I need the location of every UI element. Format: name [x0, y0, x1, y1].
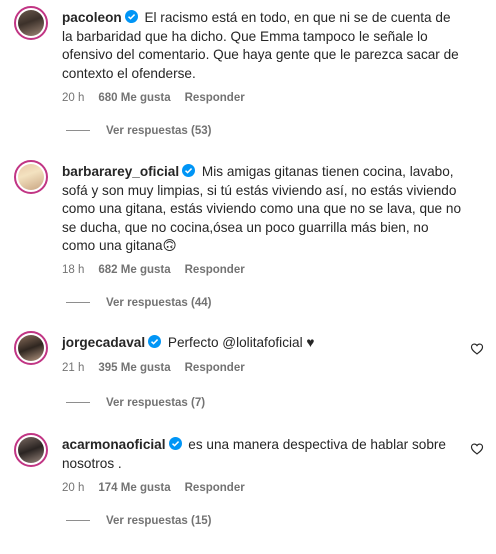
comment-body: Perfecto @lolitafoficial ♥: [164, 335, 315, 350]
view-replies-button[interactable]: Ver respuestas (53): [66, 125, 211, 137]
reply-button[interactable]: Responder: [185, 362, 245, 374]
comment-username[interactable]: jorgecadaval: [62, 335, 145, 350]
comment-likes[interactable]: 174 Me gusta: [98, 482, 170, 494]
comment-time[interactable]: 20 h: [62, 92, 84, 104]
replies-divider: [66, 520, 90, 522]
view-replies-label: Ver respuestas (15): [106, 515, 212, 527]
view-replies-button[interactable]: Ver respuestas (44): [66, 297, 211, 309]
upside-down-face-emoji-icon: 🙃: [162, 238, 177, 253]
comment-text: acarmonaoficial es una manera despectiva…: [62, 436, 462, 473]
verified-badge-icon: [148, 335, 162, 348]
comment-text: pacoleon El racismo está en todo, en que…: [62, 9, 462, 83]
avatar[interactable]: [14, 160, 48, 194]
comment-meta: 20 h 174 Me gusta Responder: [62, 482, 259, 494]
verified-badge-icon: [168, 437, 182, 450]
like-heart-icon[interactable]: [470, 442, 484, 456]
reply-button[interactable]: Responder: [185, 482, 245, 494]
comment-time[interactable]: 21 h: [62, 362, 84, 374]
comment-time[interactable]: 20 h: [62, 482, 84, 494]
comment-meta: 21 h 395 Me gusta Responder: [62, 362, 259, 374]
comment-meta: 18 h 682 Me gusta Responder: [62, 264, 259, 276]
comment-username[interactable]: barbararey_oficial: [62, 164, 179, 179]
view-replies-button[interactable]: Ver respuestas (7): [66, 397, 205, 409]
comment-likes[interactable]: 395 Me gusta: [98, 362, 170, 374]
like-heart-icon[interactable]: [470, 342, 484, 356]
comment-text: barbararey_oficial Mis amigas gitanas ti…: [62, 163, 462, 256]
view-replies-label: Ver respuestas (7): [106, 397, 206, 409]
avatar[interactable]: [14, 6, 48, 40]
comment-text: jorgecadaval Perfecto @lolitafoficial ♥: [62, 334, 462, 353]
comment-username[interactable]: acarmonaoficial: [62, 437, 166, 452]
replies-divider: [66, 402, 90, 404]
view-replies-label: Ver respuestas (53): [106, 125, 212, 137]
comment-meta: 20 h 680 Me gusta Responder: [62, 92, 259, 104]
comment-likes[interactable]: 682 Me gusta: [98, 264, 170, 276]
view-replies-button[interactable]: Ver respuestas (15): [66, 515, 211, 527]
verified-badge-icon: [124, 10, 138, 23]
reply-button[interactable]: Responder: [185, 264, 245, 276]
comment-username[interactable]: pacoleon: [62, 10, 122, 25]
reply-button[interactable]: Responder: [185, 92, 245, 104]
verified-badge-icon: [182, 164, 196, 177]
replies-divider: [66, 302, 90, 304]
avatar[interactable]: [14, 433, 48, 467]
avatar[interactable]: [14, 331, 48, 365]
replies-divider: [66, 130, 90, 132]
comment-likes[interactable]: 680 Me gusta: [98, 92, 170, 104]
comment-time[interactable]: 18 h: [62, 264, 84, 276]
view-replies-label: Ver respuestas (44): [106, 297, 212, 309]
